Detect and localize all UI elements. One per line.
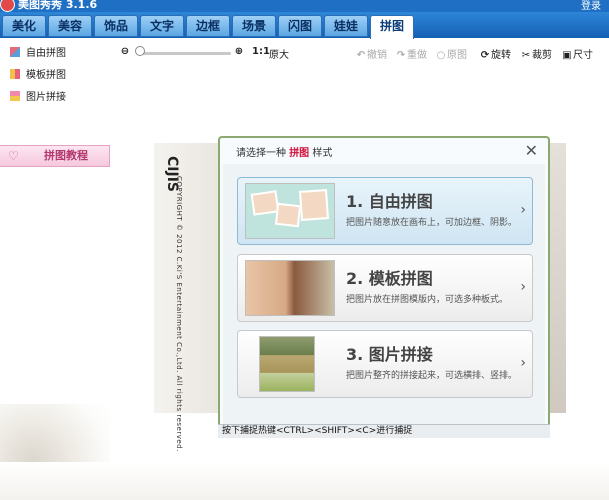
option-title: 1. 自由拼图 [346,192,433,211]
tab-makeup[interactable]: 美容 [48,15,92,37]
crop-button[interactable]: ✂ 裁剪 [520,46,552,61]
photo-join-icon [10,91,20,101]
sidebar-item-label: 模板拼图 [26,70,66,81]
zoom-in-icon[interactable]: ⊕ [233,46,245,57]
app-title: 美图秀秀 3.1.6 [18,0,98,11]
sidebar-item-label: 自由拼图 [26,48,66,59]
tab-collage[interactable]: 拼图 [370,15,414,39]
chevron-right-icon: › [520,355,526,371]
undo-icon: ↶ [356,50,366,61]
sidebar-item-template-collage[interactable]: 模板拼图 [10,68,66,84]
dialog-title-prefix: 请选择一种 [236,148,286,159]
tab-doll[interactable]: 娃娃 [324,15,368,37]
tab-scene[interactable]: 场景 [232,15,276,37]
bottom-background [0,462,609,500]
zoom-slider-track[interactable] [137,52,231,55]
option-description: 把图片整齐的拼接起来，可选横排、竖排。 [346,371,518,381]
redo-icon: ↷ [396,50,406,61]
undo-button[interactable]: ↶ 撤销 [355,46,387,61]
chevron-right-icon: › [520,202,526,218]
option-free-collage[interactable]: 1. 自由拼图 把图片随意放在画布上，可加边框、阴影。 › [237,177,533,245]
option-title: 2. 模板拼图 [346,269,433,288]
rotate-icon: ⟳ [480,50,490,61]
resize-icon: ▣ [562,50,572,61]
dialog-title-keyword: 拼图 [289,148,310,159]
template-collage-thumbnail [245,260,335,316]
original-label: 原图 [447,50,467,61]
heart-icon: ♡ [8,149,19,163]
crop-label: 裁剪 [532,50,552,61]
sidebar-item-label: 图片拼接 [26,92,66,103]
collage-tutorial-button[interactable]: ♡ 拼图教程 [0,145,110,167]
redo-button[interactable]: ↷ 重做 [395,46,427,61]
main-tab-bar: 美化 美容 饰品 文字 边框 场景 闪图 娃娃 拼图 [0,12,609,39]
free-collage-thumbnail [245,183,335,239]
template-collage-icon [10,69,20,79]
capture-hotkey-status: 按下捕捉热键<CTRL><SHIFT><C>进行捕捉 [218,424,550,438]
title-bar: 美图秀秀 3.1.6 登录 [0,0,609,12]
original-image-button[interactable]: ○ 原图 [435,46,467,61]
size-button[interactable]: ▣尺寸 [561,46,593,61]
zoom-out-icon[interactable]: ⊖ [119,46,131,57]
option-title: 3. 图片拼接 [346,345,433,364]
rotate-button[interactable]: ⟳ 旋转 [479,46,511,61]
collage-style-dialog: 请选择一种 拼图 样式 ✕ 1. 自由拼图 把图片随意放在画布上，可加边框、阴影… [218,136,550,438]
dialog-body: 1. 自由拼图 把图片随意放在画布上，可加边框、阴影。 › 2. 模板拼图 把图… [223,164,545,427]
zoom-slider-thumb[interactable] [135,46,145,56]
rotate-label: 旋转 [491,50,511,61]
tab-accessories[interactable]: 饰品 [94,15,138,37]
sidebar-item-free-collage[interactable]: 自由拼图 [10,46,66,62]
ratio-label: 1:1 [252,46,270,57]
close-icon[interactable]: ✕ [525,141,538,160]
option-template-collage[interactable]: 2. 模板拼图 把图片放在拼图模版内，可选多种板式。 › [237,254,533,322]
dialog-header: 请选择一种 拼图 样式 ✕ [220,138,548,164]
dialog-title-suffix: 样式 [312,148,333,159]
size-label: 尺寸 [573,50,593,61]
original-icon: ○ [436,50,446,61]
free-collage-icon [10,47,20,57]
sidebar-item-photo-join[interactable]: 图片拼接 [10,90,66,106]
original-size-button[interactable]: 原大 [269,46,289,61]
poster-copyright: COPYRIGHT © 2012 C.Ki'S Entertainment Co… [175,176,183,452]
login-link[interactable]: 登录 [581,0,601,12]
scissors-icon: ✂ [521,50,531,61]
option-description: 把图片放在拼图模版内，可选多种板式。 [346,295,509,305]
tab-flash[interactable]: 闪图 [278,15,322,37]
tab-beautify[interactable]: 美化 [2,15,46,37]
redo-label: 重做 [407,50,427,61]
chevron-right-icon: › [520,279,526,295]
photo-join-thumbnail [259,336,315,392]
app-logo-icon [0,0,15,12]
option-description: 把图片随意放在画布上，可加边框、阴影。 [346,218,518,228]
tutorial-label: 拼图教程 [44,149,88,162]
tab-text[interactable]: 文字 [140,15,184,37]
undo-label: 撤销 [367,50,387,61]
option-photo-join[interactable]: 3. 图片拼接 把图片整齐的拼接起来，可选横排、竖排。 › [237,330,533,398]
dialog-title: 请选择一种 拼图 样式 [236,144,332,159]
tab-frame[interactable]: 边框 [186,15,230,37]
